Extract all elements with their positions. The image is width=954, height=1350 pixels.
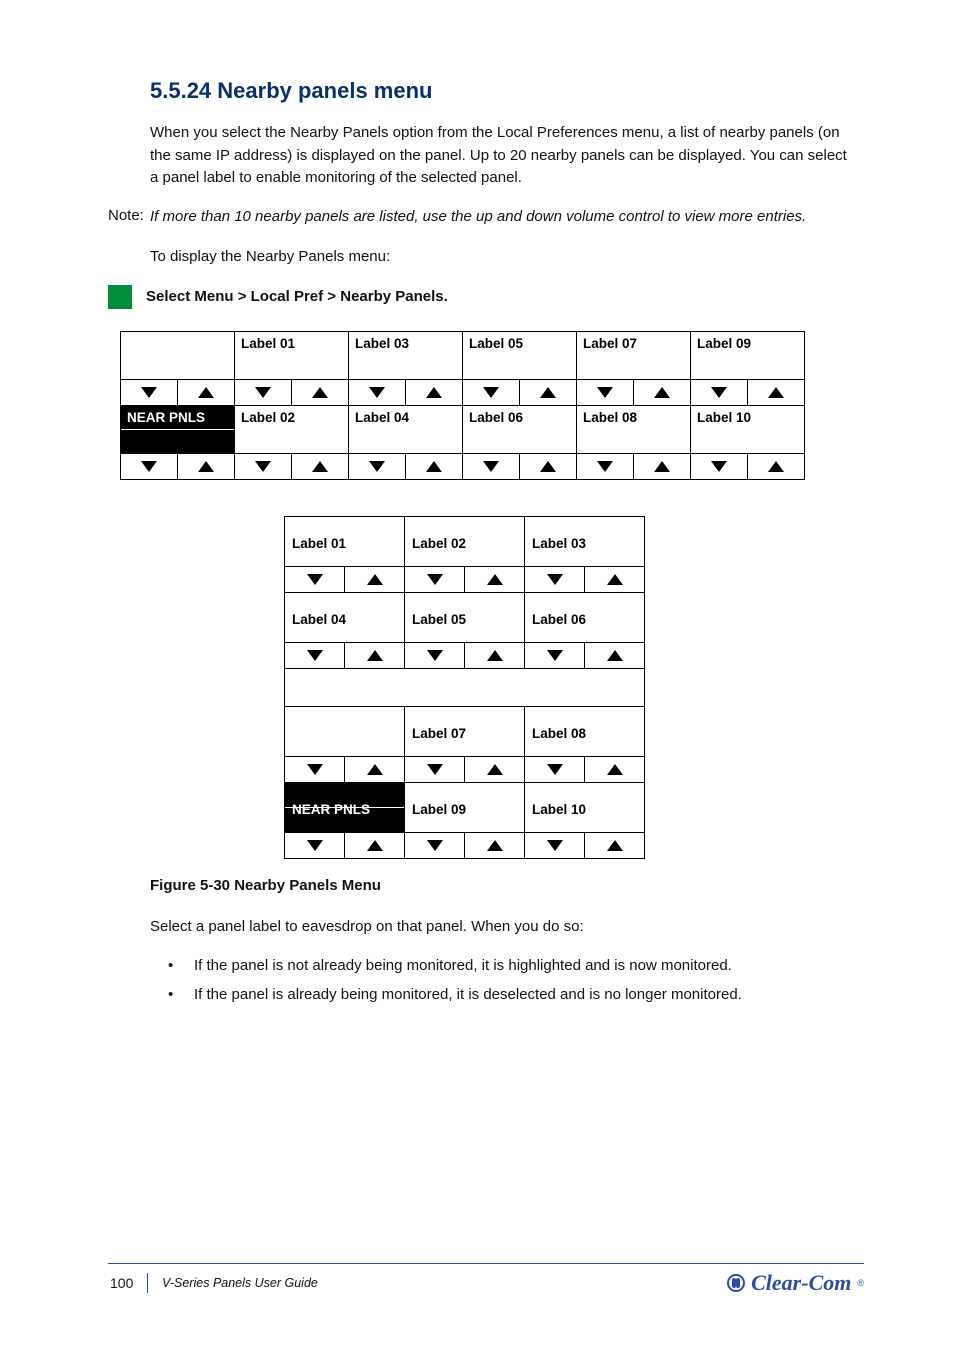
- up-icon: [345, 757, 404, 782]
- up-icon: [345, 643, 404, 668]
- cell-empty: [121, 331, 235, 379]
- down-icon: [525, 757, 585, 782]
- cell-label: Label 10: [691, 405, 805, 453]
- down-icon: [405, 757, 465, 782]
- down-icon: [691, 454, 748, 479]
- up-icon: [748, 454, 804, 479]
- down-icon: [285, 643, 345, 668]
- bullet-text: If the panel is already being monitored,…: [194, 983, 864, 1006]
- up-icon: [178, 454, 234, 479]
- down-icon: [525, 833, 585, 858]
- down-icon: [285, 757, 345, 782]
- gap-cell: [285, 668, 645, 706]
- up-icon: [345, 567, 404, 592]
- up-icon: [585, 757, 644, 782]
- up-icon: [292, 454, 348, 479]
- down-icon: [405, 567, 465, 592]
- cell-label: Label 05: [463, 331, 577, 379]
- up-icon: [585, 833, 644, 858]
- cell-label: Label 01: [285, 516, 405, 566]
- down-icon: [121, 380, 178, 405]
- step-lead: To display the Nearby Panels menu:: [150, 246, 864, 269]
- cell-empty: [285, 706, 405, 756]
- cell-label: Label 08: [577, 405, 691, 453]
- down-icon: [405, 643, 465, 668]
- cell-label: Label 04: [349, 405, 463, 453]
- cell-nearpnls: NEAR PNLS: [285, 782, 405, 832]
- cell-label: Label 08: [525, 706, 645, 756]
- cell-label: Label 05: [405, 592, 525, 642]
- down-icon: [463, 454, 520, 479]
- down-icon: [235, 454, 292, 479]
- note-text: If more than 10 nearby panels are listed…: [150, 206, 864, 229]
- up-icon: [465, 757, 524, 782]
- cell-label: Label 09: [405, 782, 525, 832]
- up-icon: [178, 380, 234, 405]
- end-paragraph: Select a panel label to eavesdrop on tha…: [150, 916, 864, 939]
- bullet-text: If the panel is not already being monito…: [194, 954, 864, 977]
- down-icon: [525, 643, 585, 668]
- down-icon: [525, 567, 585, 592]
- figure-caption: Figure 5-30 Nearby Panels Menu: [150, 877, 864, 894]
- cell-label: Label 06: [525, 592, 645, 642]
- down-icon: [577, 380, 634, 405]
- intro-paragraph: When you select the Nearby Panels option…: [150, 122, 864, 190]
- cell-label: Label 02: [235, 405, 349, 453]
- up-icon: [406, 380, 462, 405]
- cell-label: Label 07: [405, 706, 525, 756]
- note-label: Note:: [108, 206, 150, 224]
- bullet-dot-icon: •: [168, 954, 194, 977]
- cell-label: Label 07: [577, 331, 691, 379]
- up-icon: [406, 454, 462, 479]
- cell-label: Label 06: [463, 405, 577, 453]
- up-icon: [634, 380, 690, 405]
- down-icon: [349, 454, 406, 479]
- bullet-item: • If the panel is not already being moni…: [168, 954, 864, 977]
- cell-label: Label 02: [405, 516, 525, 566]
- cell-label: Label 04: [285, 592, 405, 642]
- up-icon: [520, 454, 576, 479]
- logo-text: Clear-Com: [751, 1270, 851, 1296]
- down-icon: [285, 833, 345, 858]
- down-icon: [691, 380, 748, 405]
- cell-label: Label 03: [525, 516, 645, 566]
- logo-mark-icon: [727, 1274, 745, 1292]
- cell-label: Label 09: [691, 331, 805, 379]
- up-icon: [465, 643, 524, 668]
- up-icon: [585, 567, 644, 592]
- up-icon: [585, 643, 644, 668]
- down-icon: [285, 567, 345, 592]
- down-icon: [349, 380, 406, 405]
- down-icon: [463, 380, 520, 405]
- down-icon: [235, 380, 292, 405]
- up-icon: [465, 567, 524, 592]
- up-icon: [465, 833, 524, 858]
- bullet-item: • If the panel is already being monitore…: [168, 983, 864, 1006]
- up-icon: [634, 454, 690, 479]
- down-icon: [405, 833, 465, 858]
- panel-grid-narrow: Label 01 Label 02 Label 03 Label 04 Labe…: [284, 516, 645, 859]
- up-icon: [520, 380, 576, 405]
- menu-path: Select Menu > Local Pref > Nearby Panels…: [146, 288, 448, 305]
- brand-logo: Clear-Com®: [727, 1270, 864, 1296]
- up-icon: [292, 380, 348, 405]
- note-block: Note: If more than 10 nearby panels are …: [108, 206, 864, 229]
- section-heading: 5.5.24 Nearby panels menu: [150, 78, 864, 104]
- panel-grid-wide: Label 01 Label 03 Label 05 Label 07 Labe…: [120, 331, 805, 480]
- page-footer: 100 V-Series Panels User Guide Clear-Com…: [108, 1263, 864, 1297]
- page-number: 100: [108, 1273, 148, 1293]
- up-icon: [748, 380, 804, 405]
- down-icon: [121, 454, 178, 479]
- up-icon: [345, 833, 404, 858]
- bullet-square-icon: [108, 285, 132, 309]
- cell-label: Label 01: [235, 331, 349, 379]
- down-icon: [577, 454, 634, 479]
- cell-label: Label 03: [349, 331, 463, 379]
- cell-label: Label 10: [525, 782, 645, 832]
- footer-title: V-Series Panels User Guide: [148, 1276, 318, 1290]
- cell-nearpnls: NEAR PNLS: [121, 405, 235, 453]
- bullet-dot-icon: •: [168, 983, 194, 1006]
